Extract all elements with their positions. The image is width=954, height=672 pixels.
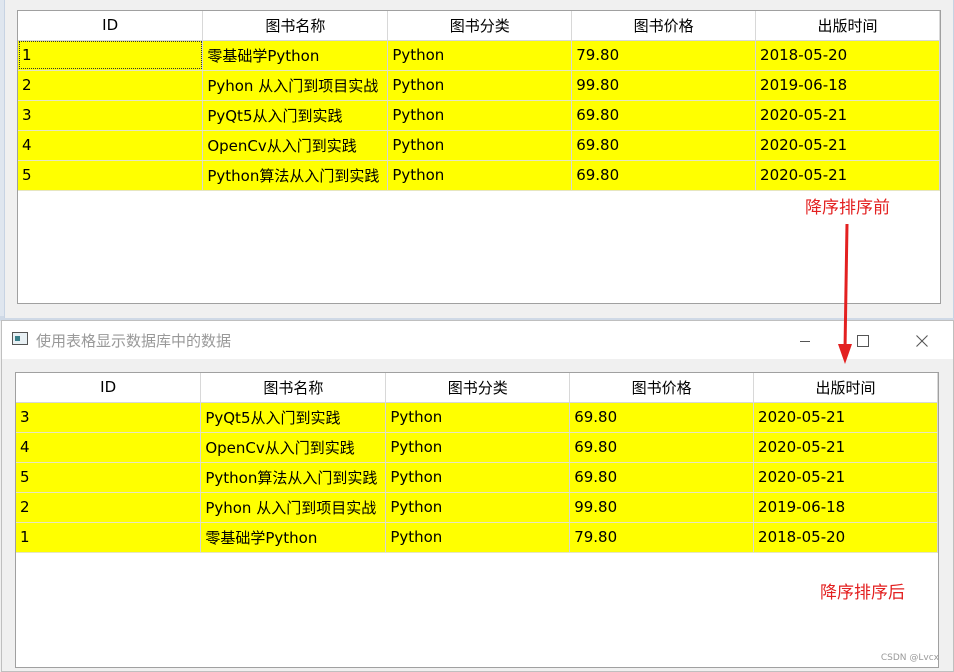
cell-id[interactable]: 4	[16, 432, 202, 463]
cell-book-price[interactable]: 69.80	[569, 462, 755, 493]
cell-book-price[interactable]: 69.80	[569, 402, 755, 433]
cell-book-category[interactable]: Python	[385, 432, 571, 463]
cell-publish-date[interactable]: 2019-06-18	[755, 70, 940, 101]
cell-id[interactable]: 5	[16, 462, 202, 493]
cell-id[interactable]: 5	[18, 160, 204, 191]
cell-publish-date[interactable]: 2018-05-20	[755, 40, 940, 71]
cell-publish-date[interactable]: 2018-05-20	[753, 522, 938, 553]
cell-book-category[interactable]: Python	[387, 70, 573, 101]
cell-publish-date[interactable]: 2019-06-18	[753, 492, 938, 523]
header-row: ID 图书名称 图书分类 图书价格 出版时间	[16, 373, 938, 403]
cell-book-price[interactable]: 69.80	[571, 160, 757, 191]
table-row[interactable]: 3 PyQt5从入门到实践 Python 69.80 2020-05-21	[18, 100, 940, 131]
cell-id[interactable]: 2	[16, 492, 202, 523]
table-row[interactable]: 1 零基础学Python Python 79.80 2018-05-20	[16, 522, 938, 553]
table-view-after[interactable]: ID 图书名称 图书分类 图书价格 出版时间 3 PyQt5从入门到实践 Pyt…	[15, 372, 939, 668]
cell-book-category[interactable]: Python	[385, 522, 571, 553]
cell-book-category[interactable]: Python	[385, 402, 571, 433]
header-book-category[interactable]: 图书分类	[385, 373, 571, 403]
header-book-category[interactable]: 图书分类	[387, 11, 573, 41]
cell-publish-date[interactable]: 2020-05-21	[753, 432, 938, 463]
cell-book-category[interactable]: Python	[387, 160, 573, 191]
header-id[interactable]: ID	[18, 11, 204, 41]
cell-book-name[interactable]: PyQt5从入门到实践	[202, 100, 389, 131]
title-bar[interactable]: 使用表格显示数据库中的数据	[2, 321, 953, 359]
header-id[interactable]: ID	[16, 373, 202, 403]
app-window-icon	[12, 332, 28, 345]
table-row[interactable]: 2 Pyhon 从入门到项目实战 Python 99.80 2019-06-18	[18, 70, 940, 101]
cell-book-name[interactable]: 零基础学Python	[202, 40, 389, 71]
cell-id[interactable]: 1	[16, 522, 202, 553]
cell-book-category[interactable]: Python	[387, 130, 573, 161]
minimize-button[interactable]	[782, 327, 828, 355]
minimize-icon	[800, 341, 810, 342]
annotation-after-sort: 降序排序后	[820, 583, 905, 603]
cell-book-price[interactable]: 69.80	[571, 100, 757, 131]
cell-book-price[interactable]: 69.80	[569, 432, 755, 463]
cell-book-category[interactable]: Python	[385, 462, 571, 493]
cell-book-price[interactable]: 69.80	[571, 130, 757, 161]
header-publish-date[interactable]: 出版时间	[753, 373, 938, 403]
cell-id[interactable]: 4	[18, 130, 204, 161]
header-book-name[interactable]: 图书名称	[202, 11, 389, 41]
cell-id[interactable]: 2	[18, 70, 204, 101]
watermark: CSDN @Lvcx	[880, 653, 939, 663]
cell-book-name[interactable]: OpenCv从入门到实践	[200, 432, 387, 463]
cell-book-category[interactable]: Python	[387, 40, 573, 71]
cell-book-name[interactable]: Pyhon 从入门到项目实战	[200, 492, 387, 523]
cell-publish-date[interactable]: 2020-05-21	[755, 160, 940, 191]
cell-id[interactable]: 1	[18, 40, 204, 71]
table-row[interactable]: 4 OpenCv从入门到实践 Python 69.80 2020-05-21	[16, 432, 938, 463]
table-row[interactable]: 1 零基础学Python Python 79.80 2018-05-20	[18, 40, 940, 71]
table-row[interactable]: 5 Python算法从入门到实践 Python 69.80 2020-05-21	[16, 462, 938, 493]
table-row[interactable]: 5 Python算法从入门到实践 Python 69.80 2020-05-21	[18, 160, 940, 191]
window-before-sort: ID 图书名称 图书分类 图书价格 出版时间 1 零基础学Python Pyth…	[4, 0, 954, 318]
header-book-price[interactable]: 图书价格	[571, 11, 757, 41]
cell-book-category[interactable]: Python	[385, 492, 571, 523]
cell-publish-date[interactable]: 2020-05-21	[755, 130, 940, 161]
header-row: ID 图书名称 图书分类 图书价格 出版时间	[18, 11, 940, 41]
cell-book-name[interactable]: Pyhon 从入门到项目实战	[202, 70, 389, 101]
cell-book-name[interactable]: OpenCv从入门到实践	[202, 130, 389, 161]
down-arrow-icon	[838, 223, 852, 364]
close-button[interactable]	[899, 327, 945, 355]
cell-publish-date[interactable]: 2020-05-21	[755, 100, 940, 131]
header-book-name[interactable]: 图书名称	[200, 373, 387, 403]
cell-book-price[interactable]: 99.80	[569, 492, 755, 523]
cell-book-price[interactable]: 79.80	[571, 40, 757, 71]
cell-id[interactable]: 3	[18, 100, 204, 131]
close-icon	[916, 335, 928, 347]
cell-book-name[interactable]: Python算法从入门到实践	[200, 462, 387, 493]
cell-book-name[interactable]: Python算法从入门到实践	[202, 160, 389, 191]
annotation-before-sort: 降序排序前	[805, 198, 890, 218]
cell-publish-date[interactable]: 2020-05-21	[753, 462, 938, 493]
table-row[interactable]: 4 OpenCv从入门到实践 Python 69.80 2020-05-21	[18, 130, 940, 161]
cell-id[interactable]: 3	[16, 402, 202, 433]
cell-book-price[interactable]: 79.80	[569, 522, 755, 553]
cell-book-category[interactable]: Python	[387, 100, 573, 131]
table-row[interactable]: 3 PyQt5从入门到实践 Python 69.80 2020-05-21	[16, 402, 938, 433]
cell-publish-date[interactable]: 2020-05-21	[753, 402, 938, 433]
header-publish-date[interactable]: 出版时间	[755, 11, 940, 41]
table-view-before[interactable]: ID 图书名称 图书分类 图书价格 出版时间 1 零基础学Python Pyth…	[17, 10, 941, 304]
cell-book-price[interactable]: 99.80	[571, 70, 757, 101]
window-title: 使用表格显示数据库中的数据	[36, 332, 232, 350]
book-table-after: ID 图书名称 图书分类 图书价格 出版时间 3 PyQt5从入门到实践 Pyt…	[16, 373, 938, 553]
window-after-sort: 使用表格显示数据库中的数据 ID 图书名称 图书分类 图书价格 出版时间 3 P…	[1, 320, 954, 672]
book-table-before: ID 图书名称 图书分类 图书价格 出版时间 1 零基础学Python Pyth…	[18, 11, 940, 191]
cell-book-name[interactable]: PyQt5从入门到实践	[200, 402, 387, 433]
table-row[interactable]: 2 Pyhon 从入门到项目实战 Python 99.80 2019-06-18	[16, 492, 938, 523]
header-book-price[interactable]: 图书价格	[569, 373, 755, 403]
cell-book-name[interactable]: 零基础学Python	[200, 522, 387, 553]
